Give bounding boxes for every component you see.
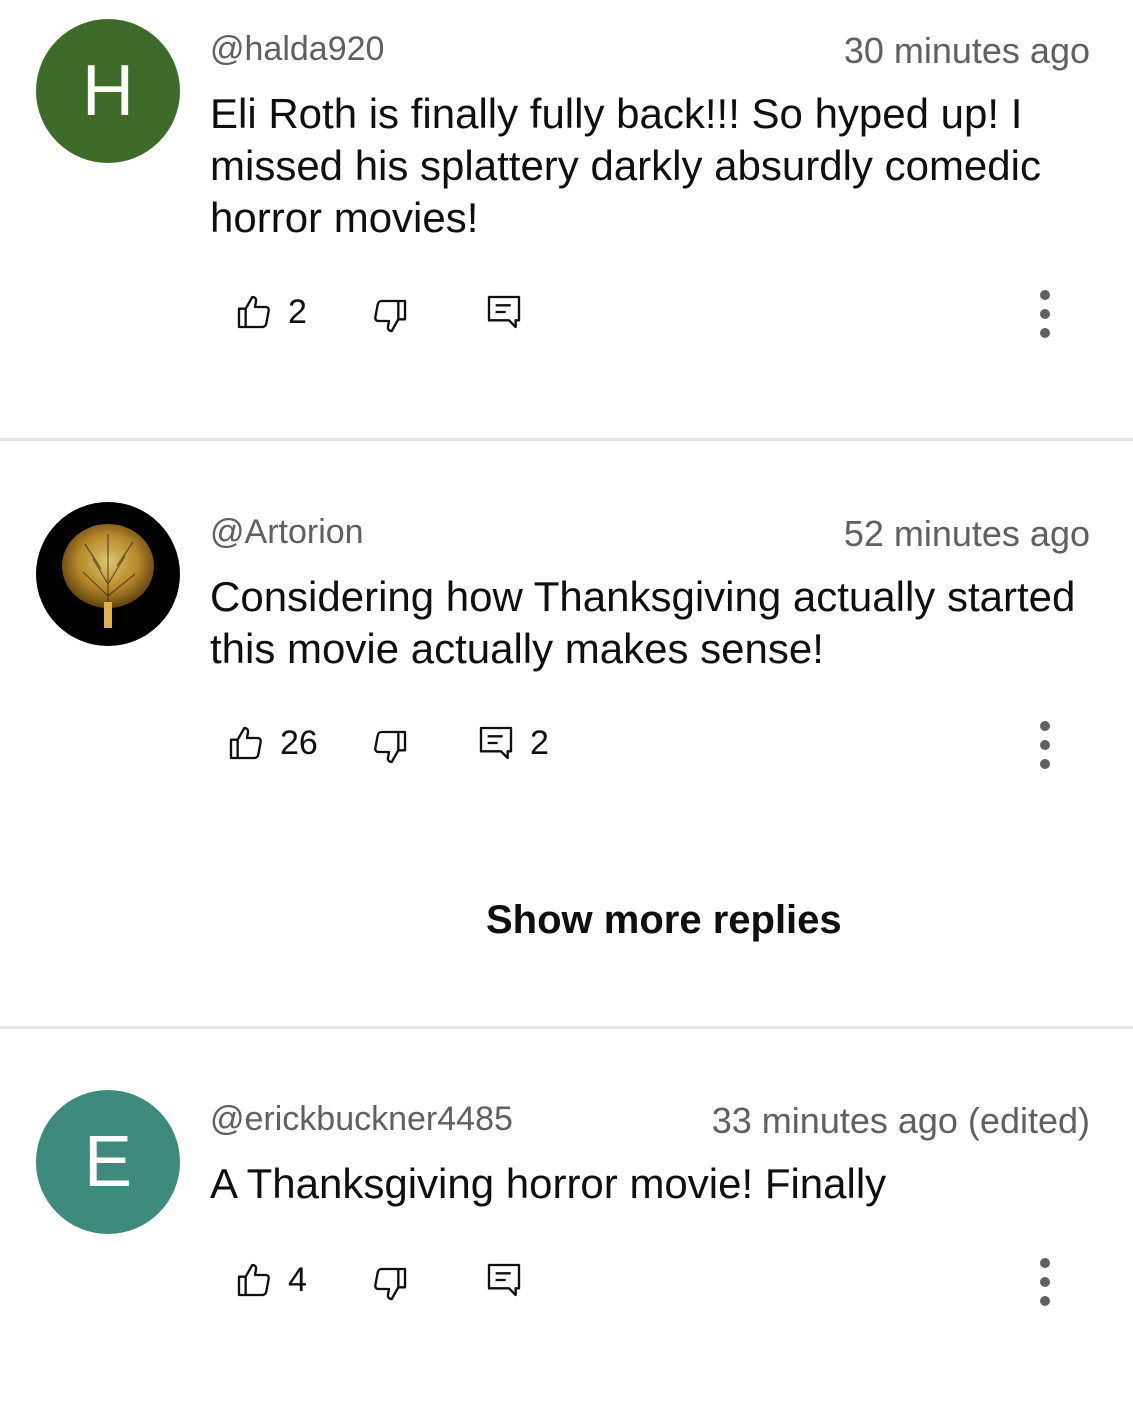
golden-tree-icon [62,524,154,628]
comment-text: Eli Roth is finally fully back!!! So hyp… [210,90,1041,241]
reply-icon [487,295,521,329]
thumbs-up-icon [237,295,270,329]
comment-author[interactable]: @halda920 [210,30,384,69]
more-vertical-icon [1040,290,1050,300]
reply-button[interactable] [484,292,524,332]
avatar[interactable] [36,502,180,646]
avatar[interactable]: H [36,19,180,163]
comment-timestamp: 52 minutes ago [843,513,1090,554]
thumbs-up-icon [237,1263,270,1297]
comment-actions: 4 [0,1252,1133,1312]
reply-button[interactable] [484,1260,524,1300]
dislike-button[interactable] [370,296,410,336]
more-options-button[interactable] [1029,284,1061,344]
avatar[interactable]: E [36,1090,180,1234]
thumbs-down-icon [374,299,407,333]
comment-text: Considering how Thanksgiving actually st… [210,573,1076,672]
comment-actions: 2 [0,284,1133,344]
thumbs-down-icon [374,730,407,764]
reply-count: 2 [530,723,549,762]
like-count: 26 [280,723,318,762]
thumbs-down-icon [374,1267,407,1301]
like-count: 2 [288,292,307,331]
more-options-button[interactable] [1029,1252,1061,1312]
reply-icon [487,1263,521,1297]
reply-icon [479,726,513,760]
comment-text: A Thanksgiving horror movie! Finally [210,1160,887,1207]
like-count: 4 [288,1260,307,1299]
like-button[interactable]: 2 [234,292,307,332]
dislike-button[interactable] [370,1264,410,1304]
avatar-letter: E [83,1122,133,1202]
like-button[interactable]: 4 [234,1260,307,1300]
comment-actions: 26 2 [0,715,1133,775]
divider [0,1026,1133,1029]
comment-author[interactable]: @erickbuckner4485 [210,1100,513,1139]
comment-author[interactable]: @Artorion [210,513,364,552]
show-more-replies-button[interactable]: Show more replies [486,898,842,943]
like-button[interactable]: 26 [226,723,318,763]
more-options-button[interactable] [1029,715,1061,775]
avatar-letter: H [82,51,134,131]
comment-timestamp: 30 minutes ago [843,30,1090,71]
comment-timestamp: 33 minutes ago (edited) [711,1100,1090,1141]
divider [0,438,1133,441]
reply-button[interactable]: 2 [476,723,549,763]
dislike-button[interactable] [370,727,410,767]
more-vertical-icon [1040,721,1050,731]
more-vertical-icon [1040,1258,1050,1268]
thumbs-up-icon [229,726,262,760]
